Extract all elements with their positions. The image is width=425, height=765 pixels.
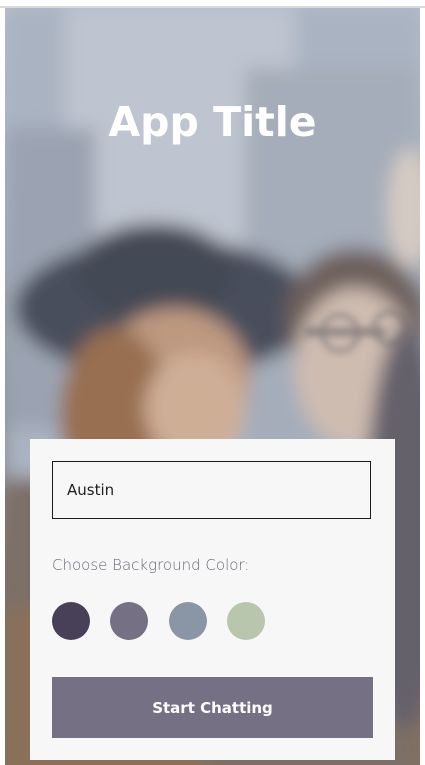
status-bar-divider bbox=[0, 6, 425, 8]
color-option-3[interactable] bbox=[169, 602, 207, 640]
color-option-2[interactable] bbox=[110, 602, 148, 640]
app-title: App Title bbox=[108, 98, 317, 146]
color-option-4[interactable] bbox=[227, 602, 265, 640]
color-option-1[interactable] bbox=[52, 602, 90, 640]
name-input[interactable] bbox=[52, 461, 371, 519]
color-picker-label: Choose Background Color: bbox=[52, 556, 250, 574]
start-chatting-button[interactable]: Start Chatting bbox=[52, 677, 373, 738]
start-screen: App Title Choose Background Color: Start… bbox=[0, 0, 425, 765]
start-form-card: Choose Background Color: Start Chatting bbox=[30, 439, 395, 760]
